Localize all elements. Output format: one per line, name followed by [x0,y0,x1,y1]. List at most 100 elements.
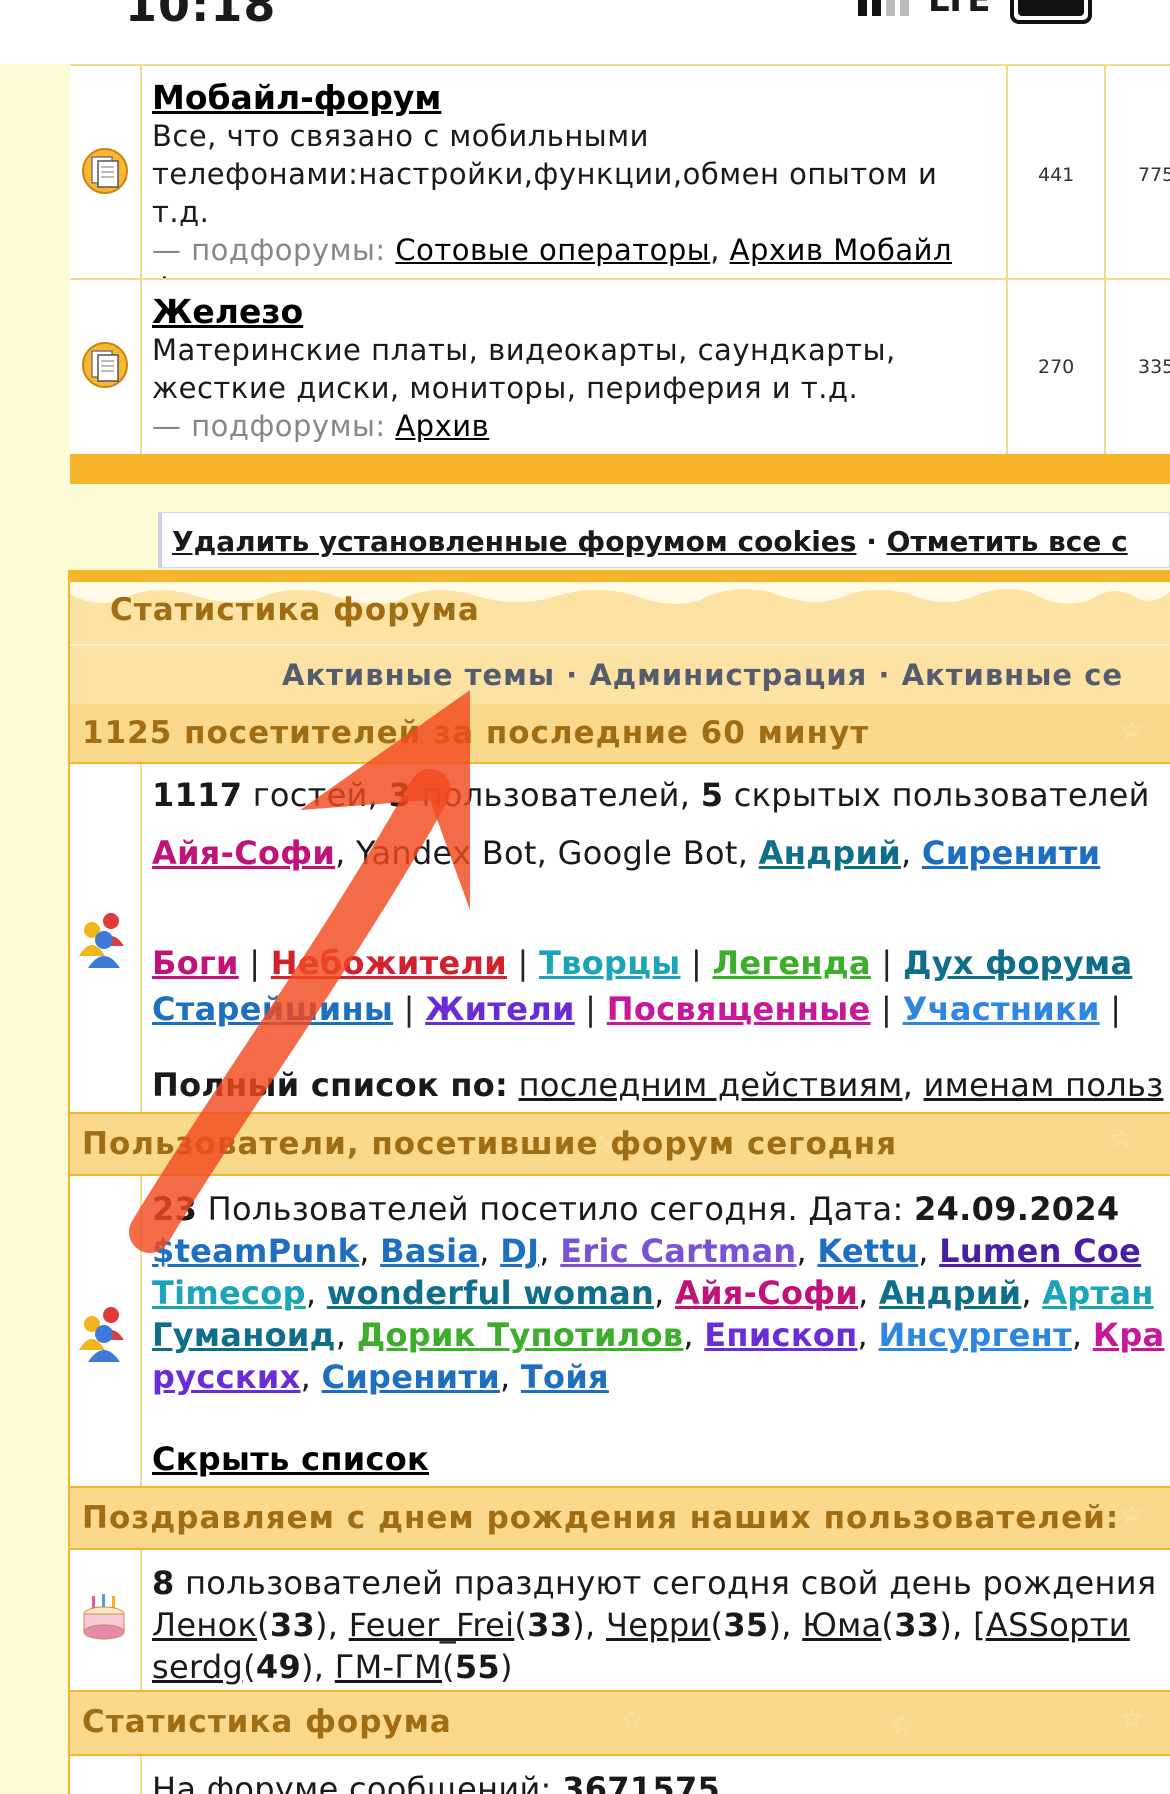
birthday-count: 8 [152,1564,175,1602]
user-link[interactable]: Timecop [152,1274,306,1312]
forum-desc-line: Материнские платы, видеокарты, саундкарт… [152,333,896,367]
today-user-list: $teamPunk, Basia, DJ, Eric Cartman, Kett… [152,1232,1142,1270]
user-link[interactable]: Артан [1042,1274,1153,1312]
user-link[interactable]: русских [152,1358,301,1396]
hidden-count: 5 [700,776,724,814]
guests-count: 1117 [152,776,243,814]
today-summary: 23 Пользователей посетило сегодня. Дата:… [152,1190,1119,1228]
group-link[interactable]: Жители [425,990,575,1028]
user-link[interactable]: $teamPunk [152,1232,359,1270]
forum-title-link[interactable]: Мобайл-форум [152,78,982,117]
delete-cookies-link[interactable]: Удалить установленные форумом cookies [172,525,856,558]
bot-name: Yandex Bot [356,834,537,872]
user-link[interactable]: [ASSорти [973,1606,1130,1644]
group-link[interactable]: Небожители [271,944,507,982]
user-link[interactable]: Инсургент [879,1316,1072,1354]
forum-desc-line: телефонами:настройки,функции,обмен опыто… [152,157,938,229]
active-sessions-link[interactable]: Активные се [902,658,1124,692]
user-link[interactable]: wonderful woman [327,1274,654,1312]
user-link[interactable]: ГМ-ГМ [335,1648,442,1686]
group-link[interactable]: Творцы [539,944,680,982]
network-label: LTE [928,0,991,20]
user-link[interactable]: Сиренити [922,834,1100,872]
user-link[interactable]: Lumen Coe [939,1232,1141,1270]
messages-label: На форуме сообщений: [152,1770,552,1794]
user-link[interactable]: Епископ [704,1316,857,1354]
stats-icon-cell [70,1756,142,1794]
sort-by-actions-link[interactable]: последним действиям [519,1066,903,1104]
user-link[interactable]: Eric Cartman [560,1232,796,1270]
group-link[interactable]: Участники [903,990,1100,1028]
signal-icon [858,0,909,16]
administration-link[interactable]: Администрация [589,658,867,692]
forum-stats-header: ☆ ☆ ☆ Статистика форума [70,1692,1170,1754]
cake-icon-cell [70,1550,142,1690]
mark-all-read-link[interactable]: Отметить все с [887,525,1128,558]
user-link[interactable]: Basia [380,1232,479,1270]
stats-nav-bar: Активные темы · Администрация · Активные… [70,644,1170,704]
birthday-text: пользователей празднуют сегодня свой ден… [185,1564,1157,1602]
today-header: ☆ ☆ Пользователи, посетившие форум сегодн… [70,1114,1170,1174]
birthday-header-text: Поздравляем с днем рождения наших пользо… [82,1500,1120,1536]
users-count: 3 [388,776,412,814]
user-age: 33 [527,1606,573,1644]
user-link[interactable]: Черри [606,1606,711,1644]
status-time: 10:18 [125,0,277,32]
user-link[interactable]: Ленок [152,1606,257,1644]
group-link[interactable]: Дух форума [903,944,1132,982]
user-link[interactable]: Юма [802,1606,881,1644]
subforum-link[interactable]: Архив [395,409,489,443]
subforum-link[interactable]: Архив Мобайл [730,233,952,267]
group-link[interactable]: Старейшины [152,990,393,1028]
forum-topics-count: 441 [1038,164,1075,186]
forum-row: Железо Материнские платы, видеокарты, са… [70,278,1170,456]
user-link[interactable]: Сиренити [322,1358,500,1396]
online-users-panel: 1117 гостей, 3 пользователей, 5 скрытых … [70,764,1170,1112]
group-legend: Боги | Небожители | Творцы | Легенда | Д… [152,944,1133,982]
online-header: ☆ ☆ ☆ 1125 посетителей за последние 60 мин… [70,704,1170,762]
group-link[interactable]: Легенда [713,944,871,982]
user-link[interactable]: DJ [500,1232,539,1270]
guests-label: гостей, [252,776,379,814]
user-link[interactable]: Айя-Софи [675,1274,858,1312]
user-link[interactable]: Айя-Софи [152,834,335,872]
forum-title-link[interactable]: Железо [152,292,982,331]
subforums-label: — подфорумы: [152,409,386,443]
group-link[interactable]: Боги [152,944,239,982]
forum-posts-count: 775 [1138,164,1170,186]
forum-icon-cell [70,66,142,280]
forum-read-icon [82,342,128,388]
separator-dot: · [566,658,579,692]
group-link[interactable]: Посвященные [607,990,871,1028]
stats-title: Статистика форума [110,592,480,628]
subforum-link[interactable]: Сотовые операторы [395,233,710,267]
user-age: 35 [723,1606,769,1644]
active-topics-link[interactable]: Активные темы [282,658,555,692]
users-icon-cell [70,764,142,1112]
birthday-header: ☆ Поздравляем с днем рождения наших поль… [70,1488,1170,1548]
user-age: 55 [454,1648,500,1686]
user-link[interactable]: Андрий [759,834,901,872]
forum-table-footer [70,454,1170,484]
forum-posts-count: 335 [1138,356,1170,378]
online-user-list: Айя-Софи, Yandex Bot, Google Bot, Андрий… [152,834,1101,872]
group-legend: Старейшины | Жители | Посвященные | Учас… [152,990,1122,1028]
user-link[interactable]: Тойя [521,1358,609,1396]
user-link[interactable]: serdg [152,1648,243,1686]
user-link[interactable]: Дорик Тупотилов [357,1316,684,1354]
stats-title-bar: Статистика форума [70,582,1170,644]
sort-by-names-link[interactable]: именам польз [924,1066,1164,1104]
user-age: 33 [269,1606,316,1644]
today-user-list: Гуманоид, Дорик Тупотилов, Епископ, Инсу… [152,1316,1165,1354]
birthday-summary: 8 пользователей празднуют сегодня свой д… [152,1564,1156,1602]
status-bar: 10:18 LTE [0,0,1170,64]
user-link[interactable]: Андрий [879,1274,1021,1312]
users-label: пользователей, [421,776,691,814]
user-link[interactable]: Гуманоид [152,1316,336,1354]
birthday-user-list: serdg(49), ГМ-ГМ(55) [152,1648,513,1686]
forum-desc-line: жесткие диски, мониторы, периферия и т.д… [152,371,859,405]
user-link[interactable]: Кра [1093,1316,1165,1354]
user-link[interactable]: Feuer_Frei [349,1606,515,1644]
user-link[interactable]: Kettu [817,1232,918,1270]
hide-list-link[interactable]: Скрыть список [152,1440,429,1478]
